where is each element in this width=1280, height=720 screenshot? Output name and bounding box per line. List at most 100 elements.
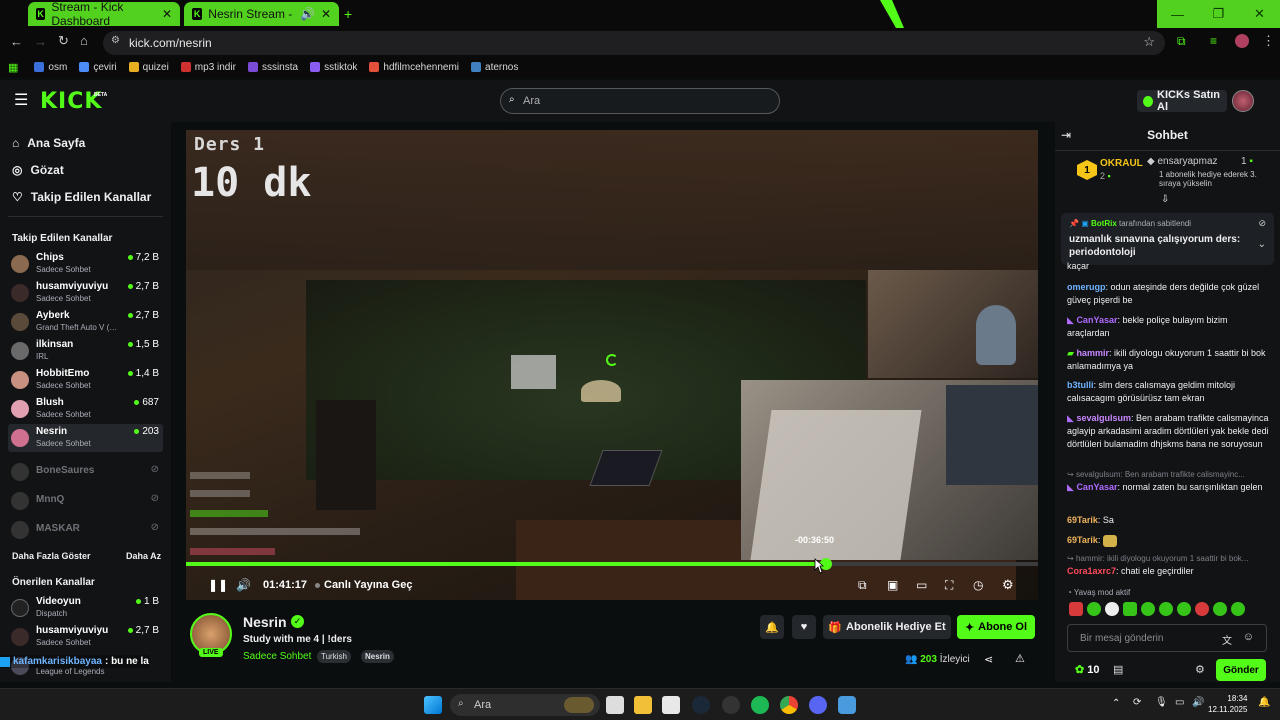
- microphone-icon[interactable]: 🎙: [1155, 697, 1168, 708]
- stream-category-link[interactable]: Sadece Sohbet: [243, 651, 311, 662]
- back-icon[interactable]: ←: [10, 34, 23, 49]
- audio-icon[interactable]: 🔊: [300, 7, 315, 21]
- app-icon[interactable]: [838, 696, 856, 714]
- clip-icon[interactable]: ▣: [887, 575, 898, 595]
- chat-username[interactable]: 69Tarik: [1067, 535, 1098, 545]
- chat-username[interactable]: b3tulli: [1067, 380, 1094, 390]
- show-less-link[interactable]: Daha Az: [126, 551, 161, 561]
- minimize-button[interactable]: —: [1157, 0, 1198, 28]
- nav-following[interactable]: ♡ Takip Edilen Kanallar: [12, 190, 151, 204]
- expand-leaderboard-icon[interactable]: ⇩: [1161, 194, 1169, 205]
- emoji-icon[interactable]: ☺: [1243, 631, 1254, 643]
- bookmark[interactable]: mp3 indir: [180, 62, 236, 73]
- hamburger-menu-icon[interactable]: ☰: [14, 90, 28, 110]
- sidebar-channel[interactable]: Ayberk Grand Theft Auto V (… 2,7 B: [8, 308, 163, 336]
- site-info-icon[interactable]: ⚙: [111, 35, 120, 46]
- emote-icon[interactable]: [1141, 602, 1155, 616]
- sidebar-channel[interactable]: Blush Sadece Sohbet 687: [8, 395, 163, 423]
- sidebar-channel[interactable]: husamviyuviyu Sadece Sohbet 2,7 B: [8, 623, 163, 651]
- sidebar-channel-offline[interactable]: MASKAR ⊘: [8, 516, 163, 544]
- chat-username[interactable]: Cora1axrc7: [1067, 566, 1116, 576]
- buy-kicks-button[interactable]: KICKs Satın Al: [1137, 89, 1227, 113]
- subscribe-button[interactable]: ✦ Abone Ol: [957, 615, 1035, 639]
- steam-icon[interactable]: [692, 696, 710, 714]
- store-icon[interactable]: [662, 696, 680, 714]
- emote-icon[interactable]: [1177, 602, 1191, 616]
- emote-icon[interactable]: [1195, 602, 1209, 616]
- tag-pill[interactable]: Turkish: [317, 650, 351, 663]
- bookmark[interactable]: aternos: [471, 62, 518, 73]
- reload-icon[interactable]: ↻: [58, 33, 69, 49]
- spotify-icon[interactable]: [751, 696, 769, 714]
- fullscreen-icon[interactable]: ⛶: [945, 575, 953, 595]
- bookmark[interactable]: sssinsta: [247, 62, 298, 73]
- pause-icon[interactable]: ❚❚: [208, 575, 228, 595]
- notification-bell-icon[interactable]: 🔔: [1258, 697, 1270, 708]
- playback-speed-icon[interactable]: ◷: [973, 575, 983, 595]
- taskbar-search[interactable]: ⌕ Ara: [450, 694, 600, 716]
- translate-icon[interactable]: 文: [1222, 632, 1232, 647]
- channel-points[interactable]: ✿ 10: [1075, 663, 1100, 676]
- profile-avatar[interactable]: [1235, 34, 1249, 48]
- share-icon[interactable]: ⋖: [984, 653, 993, 666]
- chat-username[interactable]: CanYasar: [1076, 482, 1117, 492]
- windows-start-icon[interactable]: [424, 696, 442, 714]
- file-explorer-icon[interactable]: [634, 696, 652, 714]
- report-warning-icon[interactable]: ⚠: [1015, 652, 1025, 665]
- chat-message-input[interactable]: Bir mesaj gönderin 文 ☺: [1067, 624, 1267, 652]
- bookmark[interactable]: quizei: [128, 62, 169, 73]
- bookmark[interactable]: sstiktok: [310, 62, 357, 73]
- go-live-button[interactable]: Canlı Yayına Geç: [315, 575, 412, 595]
- emote-icon[interactable]: [1105, 602, 1119, 616]
- chrome-icon[interactable]: [780, 696, 798, 714]
- chevron-down-icon[interactable]: ⌄: [1258, 239, 1266, 250]
- sidebar-channel-offline[interactable]: BoneSaures ⊘: [8, 458, 163, 486]
- emote-icon[interactable]: [1087, 602, 1101, 616]
- volume-icon[interactable]: 🔊: [1192, 697, 1204, 708]
- bookmark-star-icon[interactable]: ☆: [1143, 34, 1155, 50]
- gift-subscription-button[interactable]: 🎁 Abonelik Hediye Et: [823, 615, 951, 639]
- show-more-link[interactable]: Daha Fazla Göster: [12, 551, 91, 561]
- emote-icon[interactable]: [1069, 602, 1083, 616]
- sidebar-channel-offline[interactable]: MnnQ ⊘: [8, 487, 163, 515]
- theater-mode-icon[interactable]: ▭: [916, 575, 927, 595]
- extensions-icon[interactable]: ⧉: [1177, 34, 1186, 49]
- close-tab-icon[interactable]: ✕: [162, 7, 172, 21]
- tray-chevron-icon[interactable]: ⌃: [1112, 698, 1120, 709]
- follow-heart-button[interactable]: ♥: [792, 615, 816, 639]
- volume-icon[interactable]: 🔊: [236, 575, 251, 595]
- chat-username[interactable]: omerugp: [1067, 282, 1106, 292]
- pip-icon[interactable]: ⧉: [858, 575, 867, 595]
- sidebar-channel[interactable]: Chips Sadece Sohbet 7,2 B: [8, 250, 163, 278]
- sidebar-channel[interactable]: Videoyun Dispatch 1 B: [8, 594, 163, 622]
- network-icon[interactable]: ▭: [1175, 697, 1184, 708]
- sidebar-channel[interactable]: HobbitEmo Sadece Sohbet 1,4 B: [8, 366, 163, 394]
- tag-pill[interactable]: Nesrin: [361, 650, 394, 663]
- task-view-icon[interactable]: [606, 696, 624, 714]
- bookmark[interactable]: osm: [34, 62, 67, 73]
- sidebar-channel-active[interactable]: Nesrin Sadece Sohbet 203: [8, 424, 163, 452]
- menu-icon[interactable]: ⋮: [1262, 33, 1275, 49]
- close-window-button[interactable]: ✕: [1239, 0, 1280, 28]
- system-clock[interactable]: 18:34 12.11.2025: [1208, 693, 1247, 715]
- gift-shop-icon[interactable]: ▤: [1113, 663, 1123, 676]
- user-avatar[interactable]: [1232, 90, 1254, 112]
- emote-icon[interactable]: [1231, 602, 1245, 616]
- nav-browse[interactable]: ◎ Gözat: [12, 163, 64, 177]
- settings-gear-icon[interactable]: ⚙: [1002, 575, 1014, 595]
- chat-username[interactable]: 69Tarik: [1067, 515, 1098, 525]
- apps-icon[interactable]: ▦: [8, 61, 18, 74]
- emote-icon[interactable]: [1213, 602, 1227, 616]
- video-player[interactable]: Ders 1 10 dk: [186, 130, 1038, 600]
- emote-icon[interactable]: [1159, 602, 1173, 616]
- new-tab-button[interactable]: +: [344, 6, 352, 22]
- home-icon[interactable]: ⌂: [80, 33, 88, 48]
- sidebar-channel[interactable]: ilkinsan IRL 1,5 B: [8, 337, 163, 365]
- send-button[interactable]: Gönder: [1216, 659, 1266, 681]
- tab-nesrin-stream[interactable]: K Nesrin Stream - Watch Live 🔊 ✕: [184, 2, 339, 26]
- chat-settings-gear-icon[interactable]: ⚙: [1195, 663, 1205, 676]
- media-icon[interactable]: ≡: [1210, 34, 1217, 48]
- tray-icon[interactable]: ⟳: [1133, 697, 1141, 708]
- nav-home[interactable]: ⌂ Ana Sayfa: [12, 136, 85, 150]
- streamer-name[interactable]: Nesrin: [243, 614, 287, 630]
